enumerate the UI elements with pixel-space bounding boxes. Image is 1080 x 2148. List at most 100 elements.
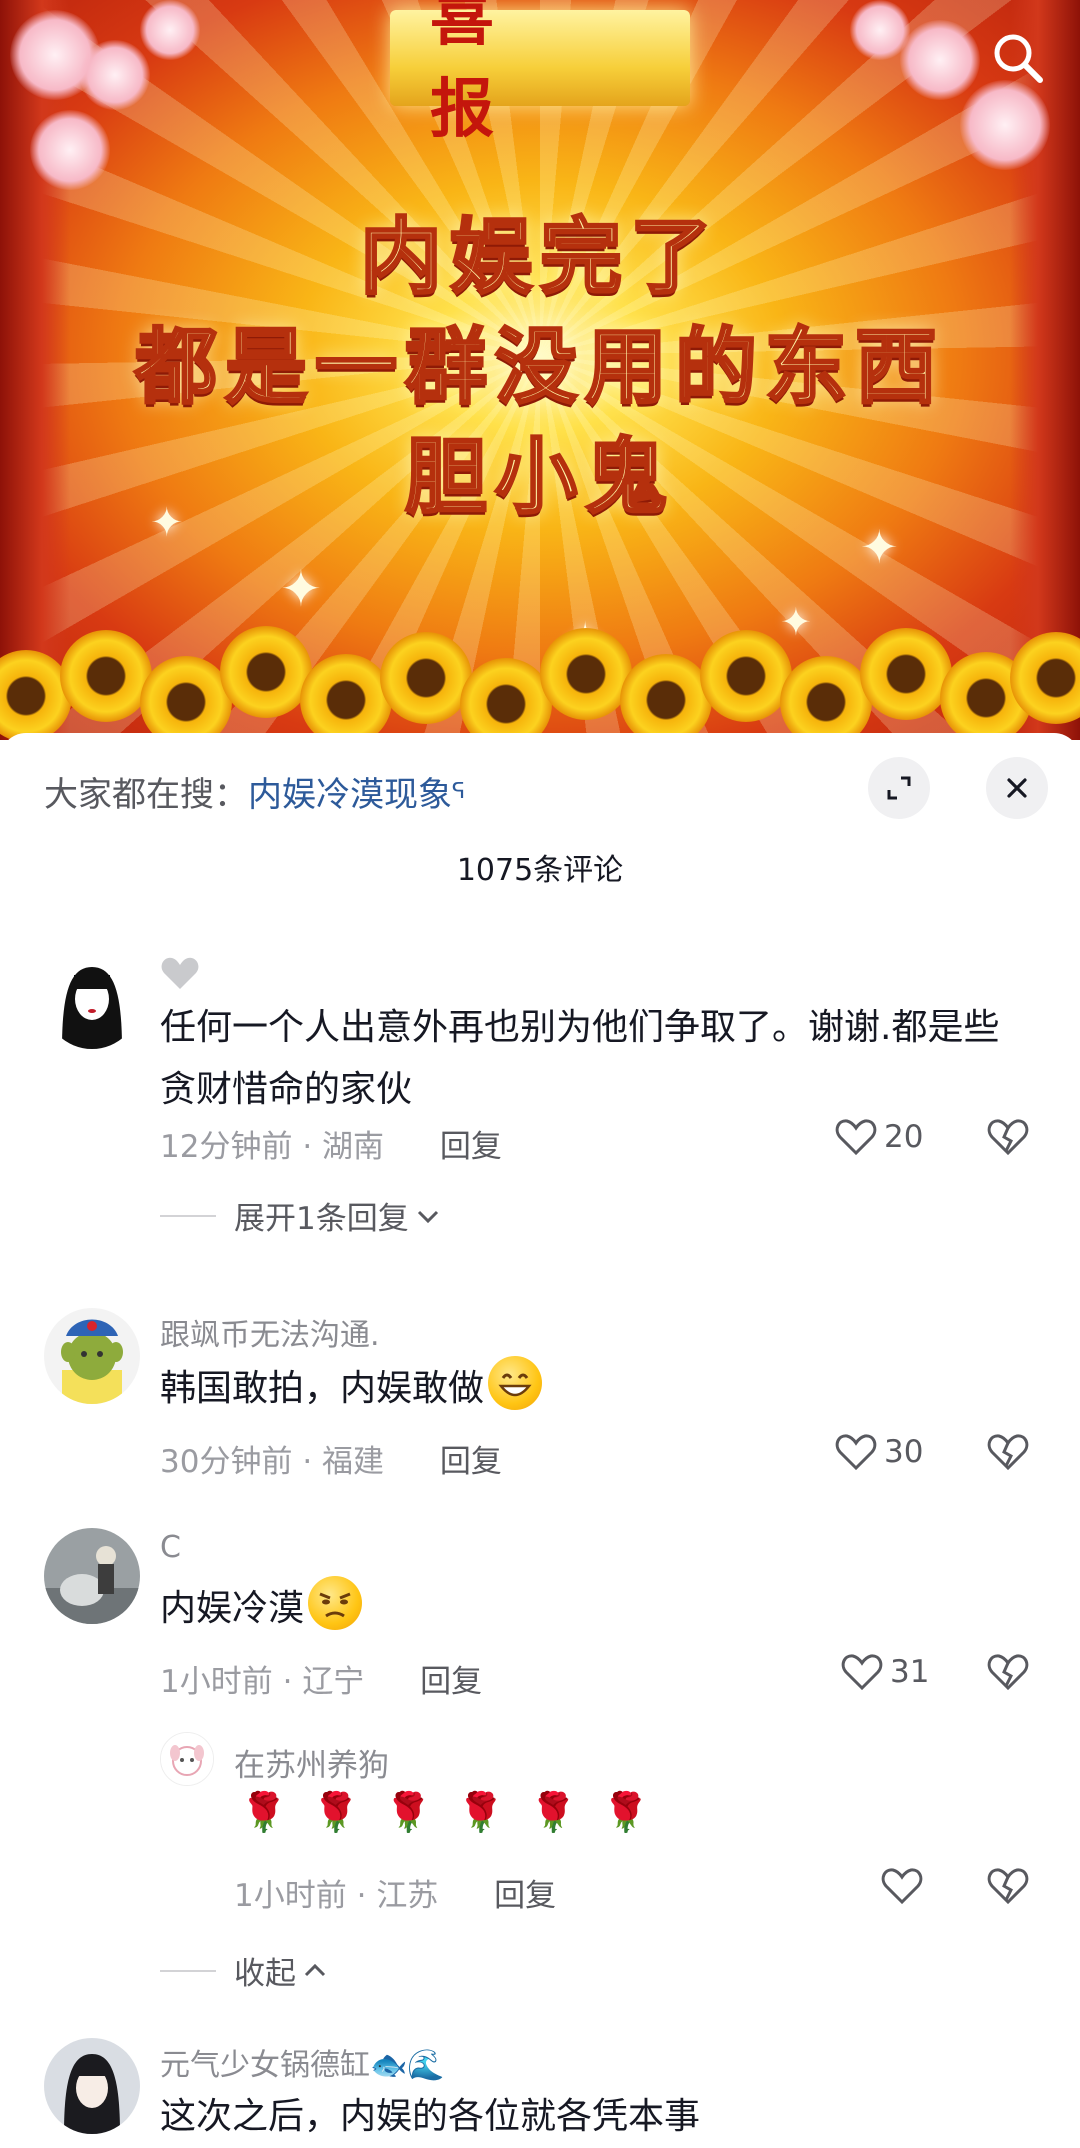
comment-location: 辽宁: [302, 1664, 365, 1700]
collapse-label: 收起: [234, 1956, 296, 1992]
comment-sheet: 大家都在搜：内娱冷漠现象ᕋ 1075条评论 任何一个人出意外再也别为他们争取了。…: [0, 733, 1080, 2141]
avatar[interactable]: [44, 953, 140, 1049]
sparkle: ✦: [150, 500, 184, 546]
reply-name[interactable]: 在苏州养狗: [234, 1740, 389, 1785]
heart-icon: [835, 1119, 877, 1156]
small-search-icon: ᕋ: [452, 779, 466, 804]
blossom: [900, 20, 980, 100]
unamused-face-emoji: [308, 1576, 363, 1630]
hot-search-label: 大家都在搜：: [44, 775, 248, 815]
sunflower: [460, 658, 552, 740]
grinning-face-emoji: [488, 1356, 543, 1410]
sunflower: [140, 656, 232, 740]
banner-image: 喜 报 内娱完了 都是一群没用的东西 胆小鬼 ✦ ✦ ✦ ✦ ✦: [0, 0, 1080, 740]
reply-location: 江苏: [376, 1878, 439, 1914]
expand-button[interactable]: [868, 757, 930, 819]
commenter-name[interactable]: 元气少女锅德缸🐟🌊: [160, 2040, 445, 2084]
blossom: [960, 80, 1050, 170]
sunflower: [700, 630, 792, 722]
rose-emoji: 🌹: [240, 1790, 288, 1834]
separator: ·: [302, 1129, 313, 1165]
broken-heart-icon[interactable]: [986, 1432, 1030, 1472]
blossom: [80, 40, 150, 110]
avatar[interactable]: [44, 1528, 140, 1624]
comment-text: 韩国敢拍，内娱敢做: [160, 1356, 1020, 1420]
collapse-replies[interactable]: 收起: [160, 1948, 328, 1993]
rose-emoji: 🌹: [529, 1790, 578, 1834]
commenter-name-text: 元气少女锅德缸: [160, 2048, 370, 2083]
like-button[interactable]: 20: [834, 1117, 923, 1157]
rose-row: 🌹 🌹 🌹 🌹 🌹 🌹: [240, 1790, 669, 1835]
reply-button[interactable]: 回复: [420, 1664, 482, 1700]
heart-icon: [841, 1654, 883, 1691]
banner-plaque: 喜 报: [390, 0, 690, 147]
rose-emoji: 🌹: [384, 1790, 433, 1834]
sparkle: ✦: [860, 520, 899, 574]
comment-time: 30分钟前: [160, 1444, 293, 1480]
sunflower: [860, 628, 952, 720]
comment-location: 福建: [322, 1444, 385, 1480]
heart-icon: [835, 1434, 877, 1471]
separator: ·: [302, 1444, 313, 1480]
comment-meta: 1小时前 · 辽宁 回复: [160, 1656, 482, 1701]
divider: [160, 1969, 216, 1972]
chevron-up-icon: [304, 1963, 326, 1976]
expand-replies[interactable]: 展开1条回复: [160, 1193, 441, 1238]
sunflower: [380, 632, 472, 724]
broken-heart-icon[interactable]: [986, 1866, 1030, 1906]
expand-icon: [887, 776, 911, 800]
sunflower: [60, 630, 152, 722]
sunflower-row: [0, 620, 1080, 740]
blossom: [850, 0, 910, 60]
rose-emoji: 🌹: [312, 1790, 360, 1834]
reply-button[interactable]: 回复: [440, 1129, 502, 1165]
broken-heart-icon[interactable]: [986, 1652, 1030, 1692]
blossom: [30, 110, 110, 190]
avatar[interactable]: [44, 2038, 140, 2134]
blossom: [140, 0, 200, 60]
search-icon[interactable]: [988, 28, 1048, 88]
avatar[interactable]: [44, 1308, 140, 1404]
expand-label: 展开1条回复: [234, 1201, 409, 1237]
comment-time: 12分钟前: [160, 1129, 293, 1165]
sunflower: [220, 626, 312, 718]
heart-icon: [881, 1868, 923, 1905]
rose-emoji: 🌹: [457, 1790, 505, 1834]
like-count: 31: [890, 1654, 930, 1690]
comment-meta: 12分钟前 · 湖南 回复: [160, 1121, 502, 1166]
reply-button[interactable]: 回复: [494, 1878, 556, 1914]
sparkle: ✦: [280, 560, 322, 618]
like-button[interactable]: 31: [840, 1652, 929, 1692]
sunflower: [540, 628, 632, 720]
reply-button[interactable]: 回复: [440, 1444, 502, 1480]
like-count: 20: [884, 1119, 924, 1155]
headline-line-2: 都是一群没用的东西: [133, 319, 945, 417]
broken-heart-icon[interactable]: [986, 1117, 1030, 1157]
comment-text: 内娱冷漠: [160, 1576, 1020, 1640]
sunflower: [620, 654, 712, 740]
close-button[interactable]: [986, 757, 1048, 819]
like-button[interactable]: [880, 1866, 930, 1906]
separator: ·: [282, 1664, 293, 1700]
hot-search-keyword[interactable]: 内娱冷漠现象: [248, 775, 452, 815]
commenter-name[interactable]: C: [160, 1530, 181, 1565]
separator: ·: [356, 1878, 367, 1914]
heart-badge-icon: [161, 957, 199, 989]
comment-text: 这次之后，内娱的各位就各凭本事: [160, 2096, 701, 2137]
plaque-text: 喜 报: [430, 0, 534, 147]
rose-emoji: 🌹: [602, 1790, 650, 1834]
like-count: 30: [884, 1434, 924, 1470]
comment-text: 任何一个人出意外再也别为他们争取了。谢谢.都是些贪财惜命的家伙: [160, 1007, 1000, 1110]
reply-avatar[interactable]: [160, 1732, 214, 1786]
reply-meta: 1小时前 · 江苏 回复: [234, 1870, 556, 1915]
sunflower: [780, 656, 872, 740]
headline-line-1: 内娱完了: [358, 209, 720, 307]
comment-location: 湖南: [322, 1129, 385, 1165]
hot-search-bar[interactable]: 大家都在搜：内娱冷漠现象ᕋ: [44, 767, 465, 816]
comment-meta: 30分钟前 · 福建 回复: [160, 1436, 502, 1481]
comment-count: 1075条评论: [456, 853, 624, 888]
sunflower: [300, 654, 392, 740]
divider: [160, 1214, 216, 1217]
commenter-name[interactable]: 跟飒币无法沟通.: [160, 1310, 380, 1354]
like-button[interactable]: 30: [834, 1432, 923, 1472]
